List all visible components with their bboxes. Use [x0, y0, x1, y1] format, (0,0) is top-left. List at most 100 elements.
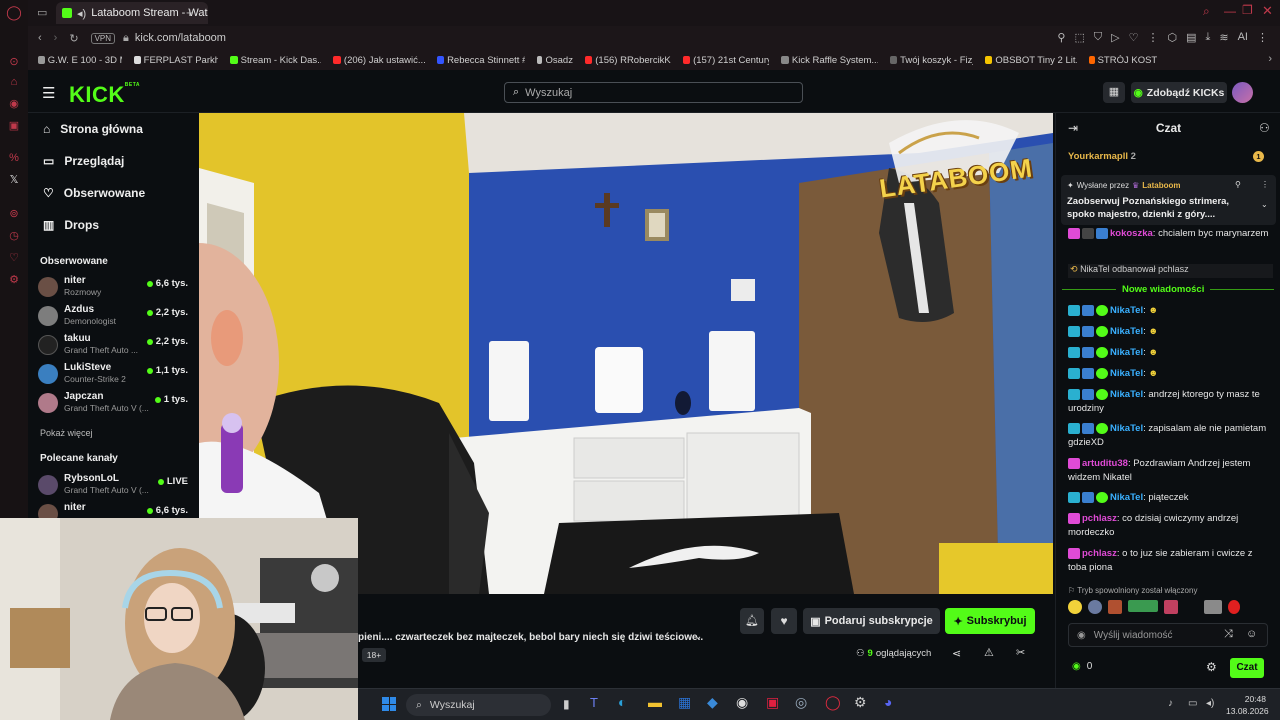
points-display[interactable]: ◉ 0: [1072, 661, 1092, 672]
snapshot-icon[interactable]: ⬚: [1074, 31, 1084, 44]
teams-icon[interactable]: T: [590, 695, 598, 710]
nav-drops[interactable]: ▥ Drops: [43, 218, 99, 232]
emoji-icon[interactable]: ☺: [1246, 628, 1257, 640]
task-view-icon[interactable]: ▮: [563, 697, 570, 711]
workspace-icon[interactable]: ▭: [37, 6, 47, 19]
notification-bell-icon[interactable]: 🔔︎: [740, 608, 764, 634]
vscode-icon[interactable]: ◆: [707, 694, 718, 711]
url-text[interactable]: kick.com/lataboom: [135, 32, 226, 44]
report-icon[interactable]: ⚠: [984, 646, 994, 659]
speaker-icon[interactable]: ◂): [77, 7, 86, 20]
followed-channel[interactable]: takuu Grand Theft Auto ... 2,2 tys.: [38, 333, 198, 361]
opera-logo-icon[interactable]: ◯: [6, 4, 22, 20]
show-more-link[interactable]: Pokaż więcej: [40, 428, 93, 438]
webcam-overlay[interactable]: [0, 518, 358, 720]
reload-icon[interactable]: ↻: [69, 32, 78, 45]
chat-message[interactable]: NikaTel: piąteczek: [1068, 491, 1273, 505]
extensions-icon[interactable]: ⬡: [1167, 31, 1177, 44]
pinned-message[interactable]: ✦ Wysłane przez ♛ Lataboom ⚲ ⋮ ⌄ Zaobserwu…: [1061, 175, 1276, 225]
hamburger-menu-icon[interactable]: ☰: [42, 84, 55, 102]
app-red-icon[interactable]: ▣: [766, 694, 779, 711]
maximize-icon[interactable]: ❐: [1242, 3, 1253, 17]
ai-label[interactable]: AI: [1238, 31, 1248, 44]
chat-message[interactable]: pchlasz: o to juz sie zabieram i cwicze …: [1068, 547, 1273, 575]
menu-dots-icon[interactable]: ⋮: [1147, 31, 1158, 44]
bookmarks-more-icon[interactable]: ›: [1268, 53, 1272, 65]
bookmark-item[interactable]: Twój koszyk - Fizj...: [884, 55, 979, 66]
settings-icon[interactable]: ⚙: [6, 272, 22, 288]
chat-message[interactable]: NikaTel: ☻: [1068, 304, 1273, 318]
expand-chevron-icon[interactable]: ⌄: [694, 631, 702, 642]
chat-settings-icon[interactable]: ⚙: [1206, 660, 1217, 674]
pin-icon[interactable]: ⚲: [1057, 31, 1065, 44]
nav-browse[interactable]: ▭ Przeglądaj: [43, 154, 124, 168]
taskbar-search-input[interactable]: ⌕ Wyszukaj: [406, 694, 551, 716]
pinned-menu-icon[interactable]: ⋮: [1261, 180, 1269, 189]
get-kicks-button[interactable]: ◉ Zdobądź KICKs: [1131, 82, 1227, 103]
bookmark-item[interactable]: Stream - Kick Das...: [224, 55, 327, 66]
network-icon[interactable]: ▭: [1188, 698, 1197, 709]
discord-icon[interactable]: ◕: [884, 694, 892, 710]
chat-message[interactable]: kokoszka: chcialem byc marynarzem: [1068, 227, 1273, 241]
recommended-channel[interactable]: RybsonLoL Grand Theft Auto V (... LIVE: [38, 473, 198, 501]
kick-logo[interactable]: KICKBETA: [69, 82, 140, 108]
back-icon[interactable]: ‹: [38, 32, 42, 44]
bookmark-item[interactable]: Rebecca Stinnett #...: [431, 55, 531, 66]
heart-bookmark-icon[interactable]: ♡: [1129, 31, 1139, 44]
chat-send-button[interactable]: Czat: [1230, 658, 1264, 678]
chat-message[interactable]: NikaTel: ☻: [1068, 367, 1273, 381]
chat-input[interactable]: ◉ Wyślij wiadomość: [1068, 623, 1268, 647]
favorites-icon[interactable]: ♡: [6, 250, 22, 266]
wallet-icon[interactable]: ▤: [1186, 31, 1196, 44]
new-tab-icon[interactable]: +: [186, 5, 194, 20]
more-icon[interactable]: ⋮: [1257, 31, 1268, 44]
shield-icon[interactable]: ⛉: [1094, 31, 1102, 44]
messenger-icon[interactable]: ◉: [6, 96, 22, 112]
bag-icon[interactable]: ⌂: [6, 74, 22, 90]
bookmark-item[interactable]: STRÓJ KOSTIUM...: [1083, 55, 1163, 66]
followed-channel[interactable]: Azdus Demonologist 2,2 tys.: [38, 304, 198, 332]
followed-channel[interactable]: Japczan Grand Theft Auto V (... 1 tys.: [38, 391, 198, 419]
app-gear-icon[interactable]: ⚙: [854, 694, 867, 711]
nav-home[interactable]: ⌂ Strona główna: [43, 122, 143, 136]
bookmark-item[interactable]: (156) RRobercikK...: [579, 55, 677, 66]
windows-start-icon[interactable]: [382, 697, 396, 711]
unpin-icon[interactable]: ⚲: [1235, 180, 1241, 189]
close-window-icon[interactable]: ✕: [1262, 3, 1273, 19]
bookmark-item[interactable]: (157) 21st Century...: [677, 55, 775, 66]
forward-icon[interactable]: ›: [54, 32, 58, 44]
steam-icon[interactable]: ◎: [795, 694, 807, 711]
bookmark-item[interactable]: G.W. E 100 - 3D M...: [32, 55, 128, 66]
instagram-icon[interactable]: ▣: [6, 118, 22, 134]
explorer-icon[interactable]: ▬: [648, 694, 662, 710]
chat-message[interactable]: artuditu38: Pozdrawiam Andrzej jestem wi…: [1068, 457, 1273, 485]
download-icon[interactable]: ⤓: [1206, 31, 1211, 44]
bookmark-item[interactable]: Osadzeni: [531, 55, 579, 66]
edge-icon[interactable]: ◐: [618, 694, 626, 710]
chat-message[interactable]: NikaTel: ☻: [1068, 325, 1273, 339]
mention-icon[interactable]: ⤨: [1224, 628, 1233, 641]
mic-icon[interactable]: ♪: [1168, 698, 1173, 709]
bookmark-item[interactable]: FERPLAST Parkho...: [128, 55, 224, 66]
chat-users-icon[interactable]: ⚇: [1259, 121, 1270, 135]
subscribe-button[interactable]: ✦ Subskrybuj: [945, 608, 1035, 634]
store-icon[interactable]: ▦: [678, 694, 691, 711]
share-icon[interactable]: ⋖: [952, 647, 961, 660]
chat-message[interactable]: NikaTel: andrzej ktorego ty masz te urod…: [1068, 388, 1273, 416]
clock[interactable]: 20:48 13.08.2026: [1226, 693, 1269, 717]
opera-taskbar-icon[interactable]: ◯: [825, 694, 841, 711]
vpn-badge[interactable]: VPN: [90, 32, 116, 44]
nav-following[interactable]: ♡ Obserwowane: [43, 186, 145, 200]
send-icon[interactable]: ▷: [1111, 31, 1119, 44]
history-icon[interactable]: ◷: [6, 228, 22, 244]
bookmark-item[interactable]: Kick Raffle System...: [775, 55, 884, 66]
search-tabs-icon[interactable]: ⌕: [1203, 4, 1210, 19]
chat-message[interactable]: pchlasz: co dzisiaj cwiczymy andrzej mor…: [1068, 512, 1273, 540]
followed-channel[interactable]: niter Rozmowy 6,6 tys.: [38, 275, 198, 303]
bookmark-item[interactable]: OBSBOT Tiny 2 Lit...: [979, 55, 1083, 66]
followed-channel[interactable]: LukiSteve Counter-Strike 2 1,1 tys.: [38, 362, 198, 390]
user-avatar[interactable]: [1232, 82, 1253, 103]
aria-icon[interactable]: ⊙: [6, 54, 22, 70]
lock-icon[interactable]: 🔒︎: [123, 32, 129, 45]
x-twitter-icon[interactable]: 𝕏: [6, 172, 22, 188]
